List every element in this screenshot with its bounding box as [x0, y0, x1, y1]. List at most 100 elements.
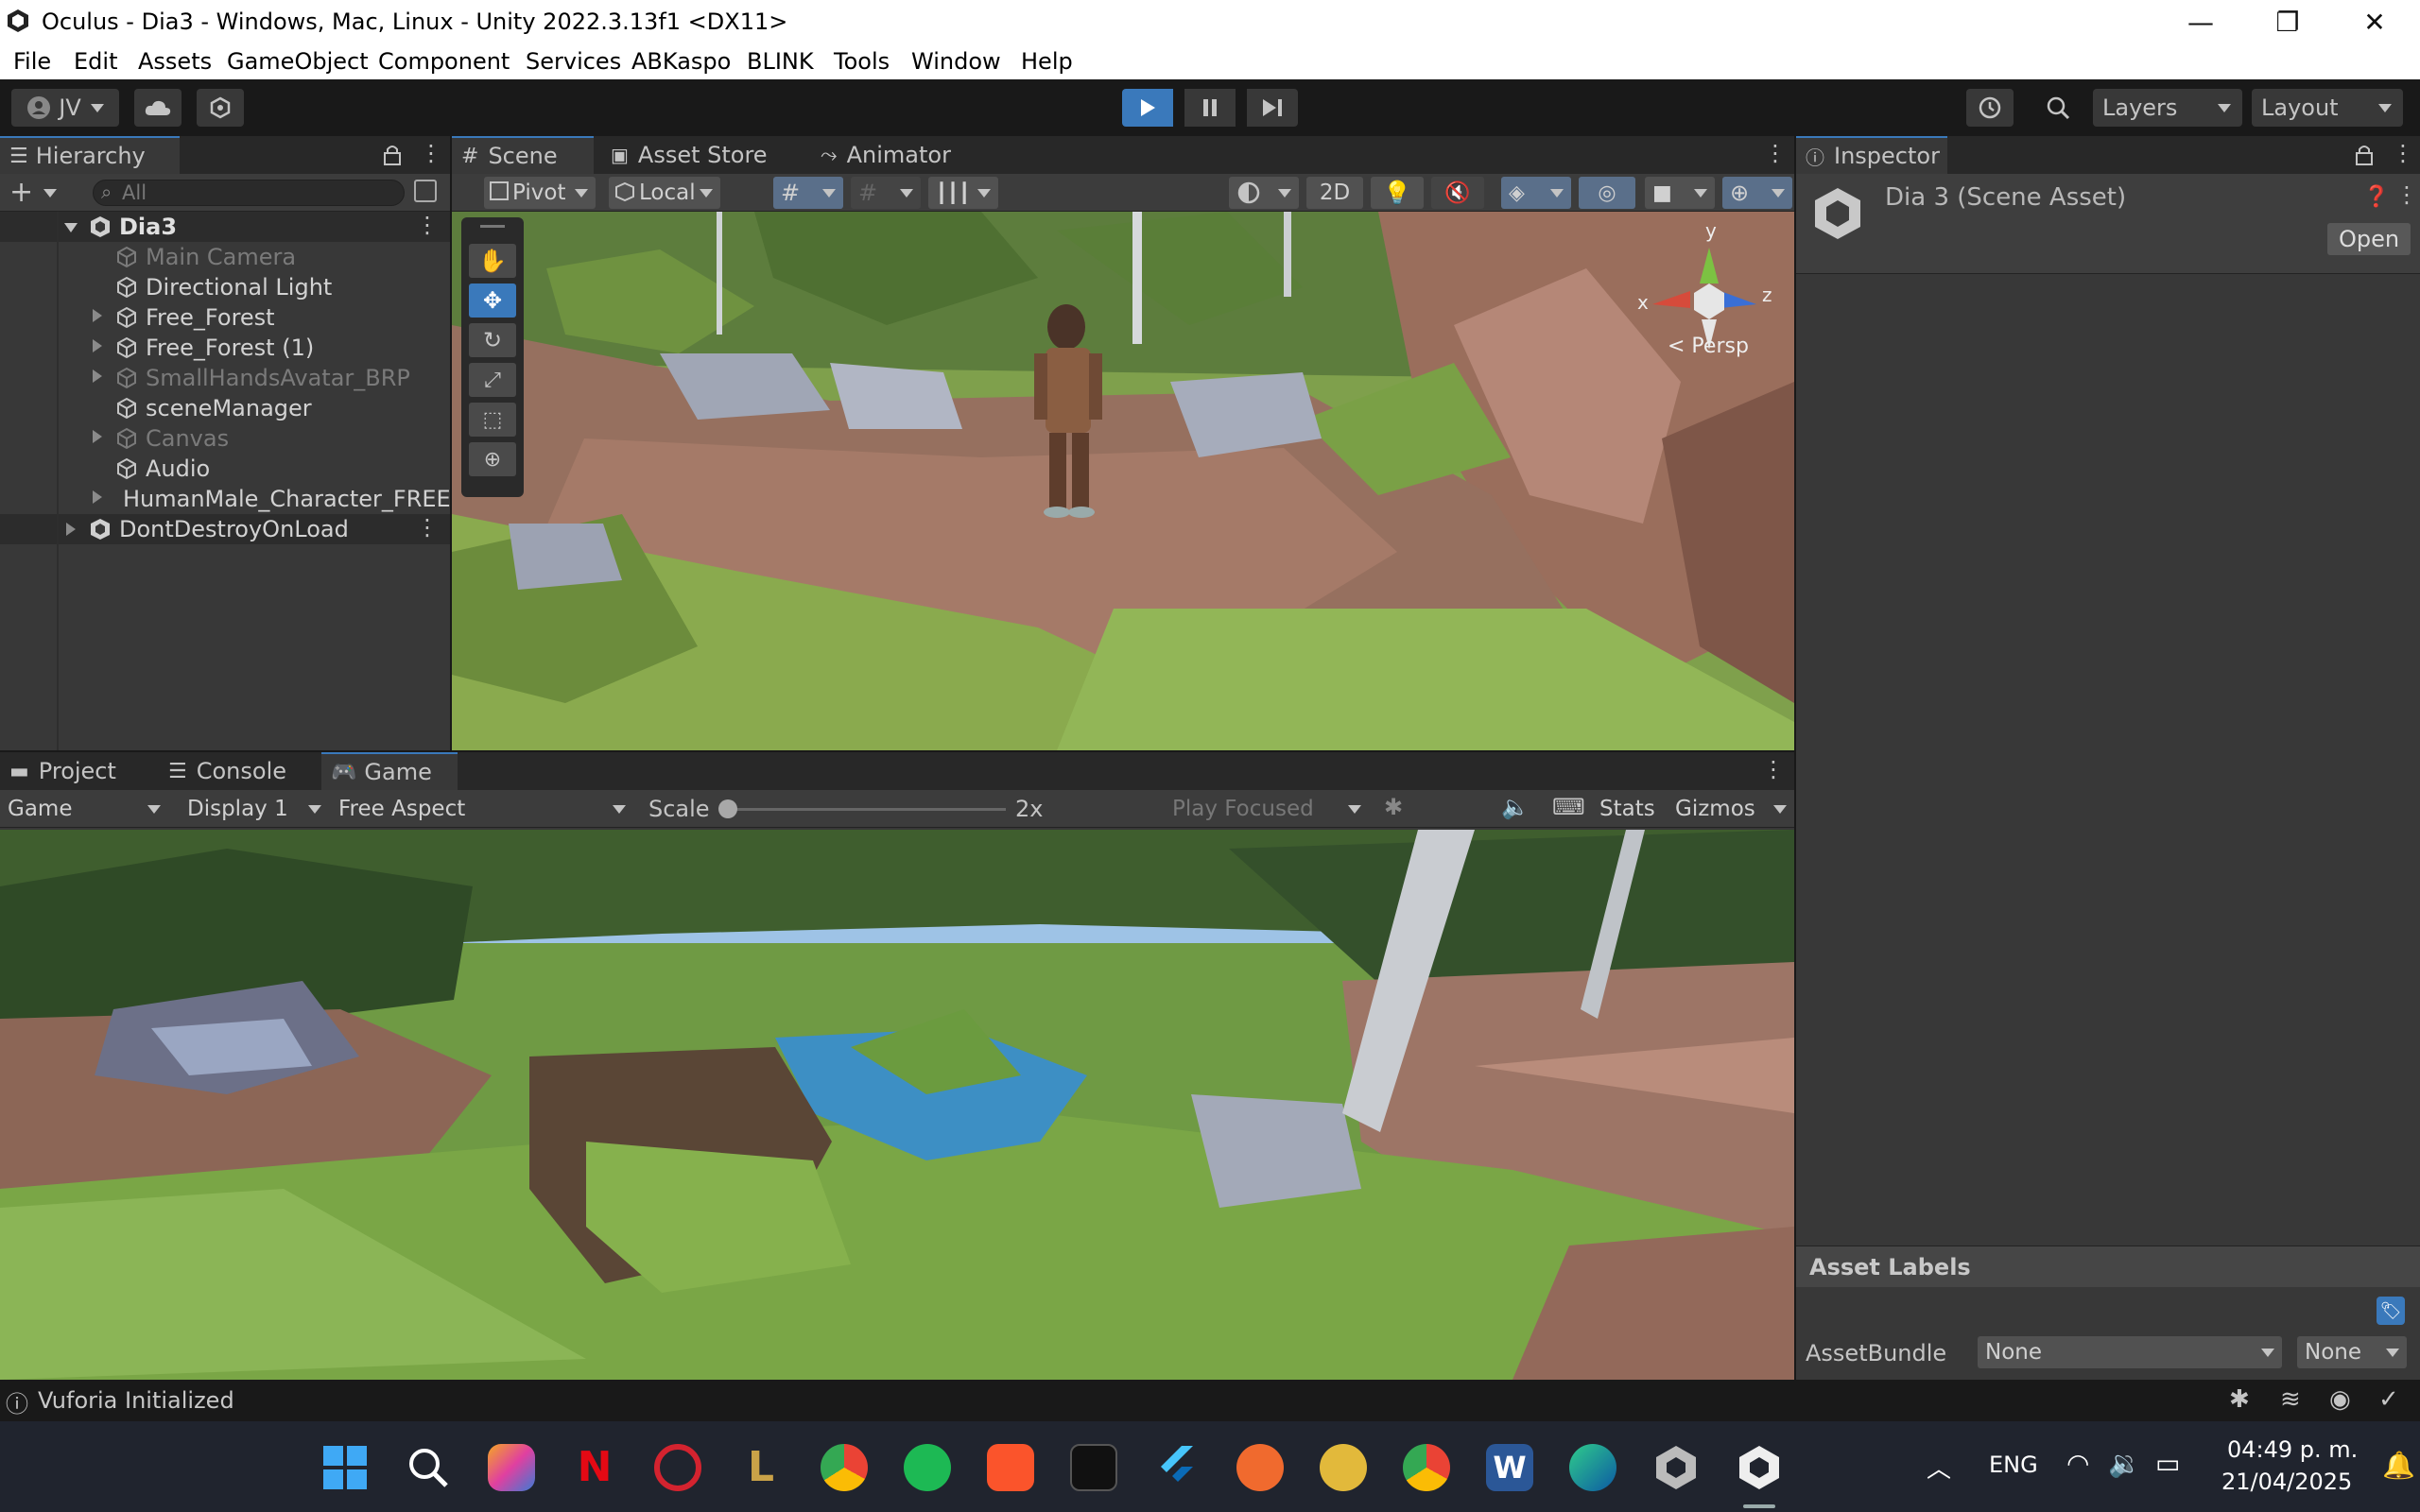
layers-dropdown[interactable]: Layers: [2093, 89, 2242, 127]
assetbundle-dropdown[interactable]: None: [1978, 1336, 2282, 1368]
lighting-toggle[interactable]: 💡: [1371, 177, 1424, 209]
scale-slider-thumb[interactable]: [718, 799, 737, 818]
history-button[interactable]: [1966, 89, 2014, 127]
scene-root[interactable]: Dia3: [89, 212, 177, 242]
gizmos-toggle[interactable]: Gizmos: [1668, 793, 1794, 825]
cloud-status-icon[interactable]: ◉: [2329, 1385, 2351, 1414]
audio-icon[interactable]: 🔈: [1501, 794, 1530, 820]
netflix-app[interactable]: N: [571, 1444, 618, 1491]
clock-time[interactable]: 04:49 p. m.: [2227, 1436, 2358, 1463]
more-icon[interactable]: ⋮: [1764, 140, 1787, 166]
chevron-right-icon[interactable]: [93, 369, 102, 383]
dontdestroy-scene[interactable]: DontDestroyOnLoad: [89, 514, 349, 544]
more-icon[interactable]: ⋮: [416, 212, 439, 238]
assetbundle-variant-dropdown[interactable]: None: [2297, 1336, 2407, 1368]
scale-slider-track[interactable]: [728, 808, 1006, 811]
stats-button[interactable]: Stats: [1592, 793, 1668, 825]
game-mode-dropdown[interactable]: Game: [0, 793, 168, 825]
menu-services[interactable]: Services: [526, 48, 621, 75]
move-tool-button[interactable]: ✥: [469, 284, 516, 318]
step-button[interactable]: [1247, 89, 1298, 127]
word-app[interactable]: W: [1486, 1444, 1533, 1491]
maximize-button[interactable]: ❐: [2244, 0, 2331, 43]
scene-row[interactable]: Dia3 ⋮: [0, 212, 450, 242]
check-circle-icon[interactable]: ✓: [2378, 1385, 2399, 1414]
tab-hierarchy[interactable]: ☰ Hierarchy: [0, 136, 180, 174]
more-icon[interactable]: ⋮: [1762, 756, 1785, 782]
increment-snap-button[interactable]: #: [851, 177, 921, 209]
effects-dropdown[interactable]: ◈: [1501, 177, 1571, 209]
pause-button[interactable]: [1184, 89, 1236, 127]
menu-help[interactable]: Help: [1021, 48, 1073, 75]
menu-file[interactable]: File: [13, 48, 51, 75]
chrome-app-3[interactable]: [1403, 1444, 1450, 1491]
more-icon[interactable]: ⋮: [2395, 181, 2418, 208]
scene-viewport[interactable]: ✋ ✥ ↻ ⤢ ⬚ ⊕ y x z < Persp: [452, 212, 1794, 750]
menu-tools[interactable]: Tools: [834, 48, 890, 75]
shading-mode-button[interactable]: [1229, 177, 1299, 209]
chevron-right-icon[interactable]: [93, 430, 102, 443]
chevron-right-icon[interactable]: [93, 339, 102, 352]
local-dropdown[interactable]: Local: [609, 177, 720, 209]
chevron-right-icon[interactable]: [93, 309, 102, 322]
more-icon[interactable]: ⋮: [416, 514, 439, 541]
unity-editor-app[interactable]: [1736, 1444, 1783, 1491]
tab-project[interactable]: ▬ Project: [0, 752, 161, 790]
toggle-2d-button[interactable]: 2D: [1306, 177, 1363, 209]
tab-animator[interactable]: ⤳ Animator: [811, 136, 981, 174]
camera-dropdown[interactable]: ■: [1645, 177, 1715, 209]
hierarchy-item-audio[interactable]: Audio: [115, 454, 210, 484]
start-button[interactable]: [321, 1444, 369, 1491]
persp-label[interactable]: < Persp: [1668, 335, 1749, 358]
close-button[interactable]: ✕: [2331, 0, 2418, 43]
collab-button[interactable]: [197, 89, 244, 127]
rotate-tool-button[interactable]: ↻: [469, 323, 516, 357]
search-taskbar-button[interactable]: [405, 1444, 452, 1491]
play-button[interactable]: [1122, 89, 1173, 127]
tab-console[interactable]: ☰ Console: [159, 752, 320, 790]
add-icon[interactable]: +: [9, 176, 33, 209]
spotify-app[interactable]: [904, 1444, 951, 1491]
lock-icon[interactable]: [2354, 144, 2375, 166]
opera-app[interactable]: [654, 1444, 701, 1491]
more-icon[interactable]: ⋮: [420, 140, 442, 166]
clock-date[interactable]: 21/04/2025: [2221, 1469, 2352, 1495]
scene-visibility-icon[interactable]: [414, 180, 437, 202]
stack-icon[interactable]: ≋: [2280, 1385, 2301, 1414]
ruler-button[interactable]: ┃┃┃: [928, 177, 998, 209]
tab-scene[interactable]: # Scene: [452, 136, 594, 174]
gizmos-dropdown[interactable]: ⊕: [1722, 177, 1792, 209]
pivot-dropdown[interactable]: Pivot: [484, 177, 596, 209]
hierarchy-item-free-forest-1[interactable]: Free_Forest (1): [115, 333, 314, 363]
menu-window[interactable]: Window: [911, 48, 1001, 75]
bug-icon[interactable]: ✱: [1384, 794, 1403, 820]
hierarchy-item-main-camera[interactable]: Main Camera: [115, 242, 296, 272]
transform-tool-button[interactable]: ⊕: [469, 442, 516, 476]
open-button[interactable]: Open: [2327, 223, 2411, 255]
league-app[interactable]: L: [737, 1444, 785, 1491]
copilot-app[interactable]: [488, 1444, 535, 1491]
hierarchy-item-canvas[interactable]: Canvas: [115, 423, 229, 454]
display-dropdown[interactable]: Display 1: [180, 793, 329, 825]
flutter-app[interactable]: [1153, 1444, 1201, 1491]
hierarchy-item-directional-light[interactable]: Directional Light: [115, 272, 332, 302]
edge-app[interactable]: [1569, 1444, 1616, 1491]
hierarchy-item-free-forest[interactable]: Free_Forest: [115, 302, 275, 333]
hierarchy-item-humanmale[interactable]: HumanMale_Character_FREE: [115, 484, 450, 514]
menu-gameobject[interactable]: GameObject: [227, 48, 369, 75]
tab-game[interactable]: 🎮 Game: [321, 752, 458, 790]
menu-blink[interactable]: BLINK: [747, 48, 814, 75]
play-focused-dropdown[interactable]: Play Focused: [1165, 793, 1369, 825]
scale-tool-button[interactable]: ⤢: [469, 363, 516, 397]
asset-labels-header[interactable]: Asset Labels: [1796, 1246, 2420, 1287]
bug-icon[interactable]: ✱: [2229, 1385, 2250, 1414]
volume-icon[interactable]: 🔉: [2108, 1448, 2141, 1479]
dontdestroy-row[interactable]: DontDestroyOnLoad ⋮: [0, 514, 450, 544]
rect-tool-button[interactable]: ⬚: [469, 403, 516, 437]
chevron-down-icon[interactable]: [64, 223, 78, 232]
tab-asset-store[interactable]: ▣ Asset Store: [601, 136, 790, 174]
hierarchy-search-input[interactable]: ⌕ All: [93, 180, 405, 206]
aspect-dropdown[interactable]: Free Aspect: [331, 793, 633, 825]
epic-app[interactable]: [1070, 1444, 1117, 1491]
menu-component[interactable]: Component: [378, 48, 510, 75]
